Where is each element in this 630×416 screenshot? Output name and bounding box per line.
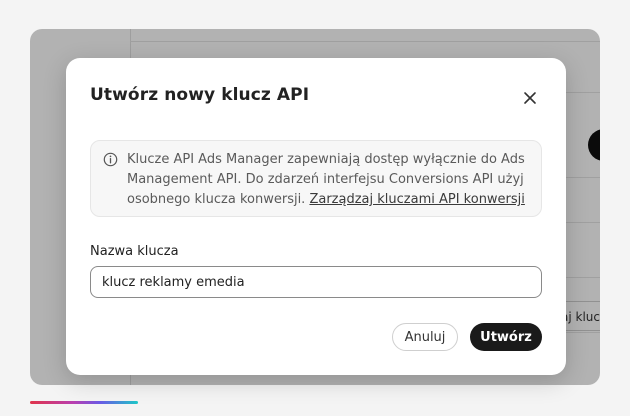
cancel-button[interactable]: Anuluj: [392, 323, 458, 351]
info-icon: [103, 152, 118, 167]
key-name-input[interactable]: [90, 266, 542, 298]
close-icon: [523, 91, 537, 105]
manage-conversion-keys-link[interactable]: Zarządzaj kluczami API konwersji: [309, 192, 524, 207]
create-api-key-dialog: Utwórz nowy klucz API Klucze API Ads Man…: [66, 58, 566, 375]
key-name-label: Nazwa klucza: [90, 244, 179, 259]
close-button[interactable]: [520, 88, 540, 108]
info-notice: Klucze API Ads Manager zapewniają dostęp…: [90, 140, 542, 217]
create-button[interactable]: Utwórz: [470, 323, 542, 351]
dialog-title: Utwórz nowy klucz API: [90, 85, 310, 105]
brand-gradient-bar: [30, 401, 138, 404]
